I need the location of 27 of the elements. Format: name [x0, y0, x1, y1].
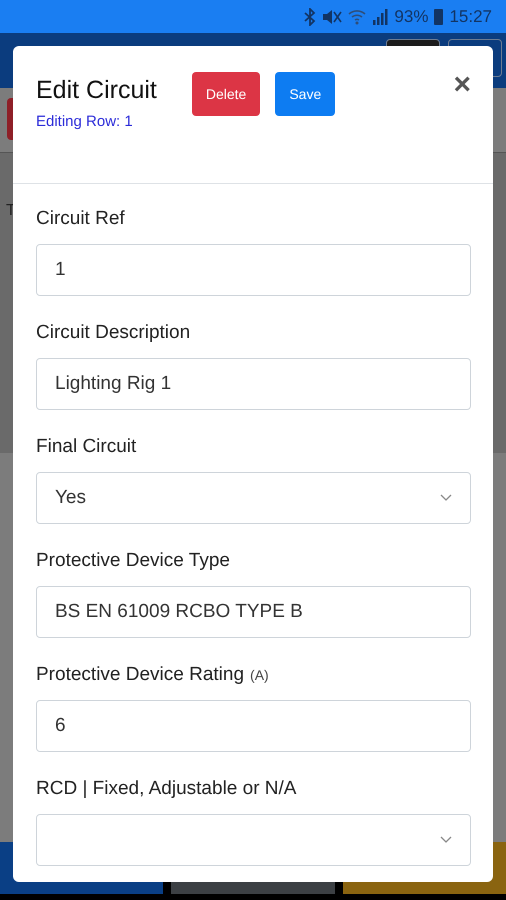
signal-icon — [372, 8, 388, 24]
wifi-icon — [348, 8, 366, 24]
unit-label: (A) — [250, 667, 269, 683]
chevron-icon — [440, 494, 452, 502]
mute-icon — [322, 8, 342, 26]
editing-row-label: Editing Row: 1 — [36, 113, 134, 130]
battery-icon — [434, 8, 444, 25]
input-field[interactable]: Lighting Rig 1 — [36, 358, 471, 410]
field-label: Protective Device Type — [36, 550, 230, 572]
field-label: Final Circuit — [36, 436, 136, 458]
input-field[interactable]: BS EN 61009 RCBO TYPE B — [36, 586, 471, 638]
field-label: Protective Device Rating — [36, 664, 244, 686]
input-field[interactable]: 6 — [36, 700, 471, 752]
delete-button[interactable]: Delete — [192, 72, 260, 116]
dialog-title: Edit Circuit — [36, 76, 157, 105]
clock-time: 15:27 — [449, 6, 492, 26]
close-button[interactable]: × — [453, 72, 471, 98]
field-label: Circuit Ref — [36, 208, 125, 230]
select-field[interactable]: Yes — [36, 472, 471, 524]
field-label: RCD | Fixed, Adjustable or N/A — [36, 778, 296, 800]
save-button[interactable]: Save — [275, 72, 336, 116]
select-field[interactable] — [36, 814, 471, 866]
chevron-icon — [440, 836, 452, 844]
input-field[interactable]: 1 — [36, 244, 471, 296]
field-label: Circuit Description — [36, 322, 190, 344]
bluetooth-icon — [304, 8, 316, 26]
battery-percentage: 93% — [394, 6, 428, 26]
